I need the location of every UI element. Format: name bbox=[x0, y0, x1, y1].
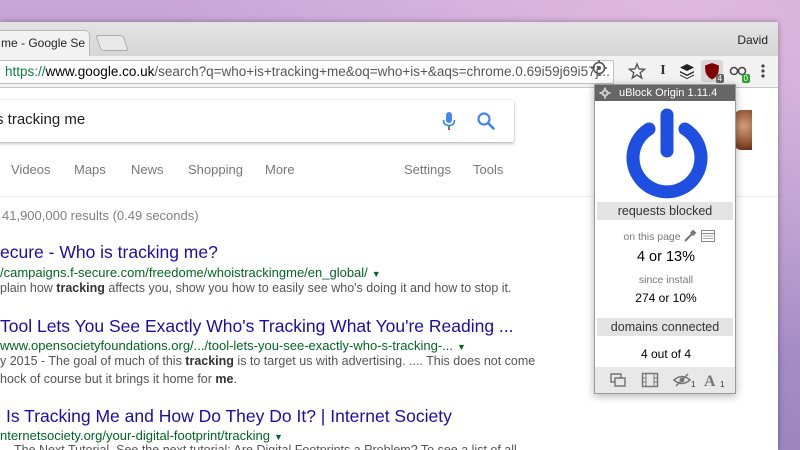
remote-fonts-icon[interactable]: A bbox=[703, 372, 721, 388]
search-box[interactable]: s tracking me bbox=[0, 100, 514, 142]
snippet-bold: tracking bbox=[56, 281, 105, 295]
more-menu-icon[interactable] bbox=[754, 62, 772, 80]
instapaper-extension-icon[interactable]: I bbox=[654, 62, 672, 80]
search-icon[interactable] bbox=[476, 111, 496, 131]
address-bar[interactable]: https://www.google.co.uk/search?q=who+is… bbox=[0, 60, 614, 84]
gear-icon[interactable] bbox=[599, 87, 611, 99]
tab-videos[interactable]: Videos bbox=[11, 162, 51, 177]
result-url-2[interactable]: www.opensocietyfoundations.org/.../tool-… bbox=[0, 338, 466, 353]
result-url-text: /campaigns.f-secure.com/freedome/whoistr… bbox=[0, 265, 368, 280]
new-tab-button[interactable] bbox=[95, 35, 129, 51]
eyedropper-icon[interactable] bbox=[683, 229, 697, 243]
result-title-1[interactable]: ecure - Who is tracking me? bbox=[0, 242, 218, 263]
result-menu-caret[interactable]: ▼ bbox=[372, 269, 381, 279]
tab-google-search[interactable]: me - Google Se bbox=[0, 30, 90, 56]
result-title-3[interactable]: Is Tracking Me and How Do They Do It? | … bbox=[6, 406, 452, 427]
snippet-bold: me bbox=[215, 372, 234, 386]
result-snippet-1: plain how tracking affects you, show you… bbox=[0, 279, 512, 297]
remote-fonts-badge: 1 bbox=[720, 380, 725, 389]
result-stats: 41,900,000 results (0.49 seconds) bbox=[2, 208, 199, 223]
snippet-text: y 2015 - The goal of much of this bbox=[0, 354, 186, 368]
bookmark-star-icon[interactable] bbox=[628, 62, 646, 80]
cookie-extension-button[interactable]: 0 bbox=[729, 62, 750, 83]
result-snippet-2a: y 2015 - The goal of much of this tracki… bbox=[0, 352, 535, 370]
since-install-label: since install bbox=[638, 274, 694, 286]
url-scheme: https:// bbox=[5, 64, 46, 79]
domains-connected-value: 4 out of 4 bbox=[640, 347, 692, 361]
logger-icon[interactable] bbox=[701, 230, 715, 242]
profile-name[interactable]: David bbox=[737, 33, 768, 47]
on-this-page-value: 4 or 13% bbox=[636, 249, 696, 265]
url-path: /search?q=who+is+tracking+me&oq=who+is+&… bbox=[154, 64, 610, 79]
snippet-bold: tracking bbox=[185, 354, 234, 368]
tab-maps[interactable]: Maps bbox=[74, 162, 106, 177]
tab-more[interactable]: More bbox=[265, 162, 295, 177]
ublock-header: uBlock Origin 1.11.4 bbox=[595, 85, 735, 101]
snippet-text: plain how bbox=[0, 281, 57, 295]
result-snippet-2b: hock of course but it brings it home for… bbox=[0, 370, 237, 388]
layers-extension-icon[interactable] bbox=[678, 62, 696, 80]
search-input[interactable]: s tracking me bbox=[0, 111, 85, 128]
svg-text:A: A bbox=[704, 373, 716, 388]
ublock-origin-extension-button[interactable]: 4 bbox=[701, 60, 724, 83]
result-title-2[interactable]: Tool Lets You See Exactly Who's Tracking… bbox=[0, 316, 514, 337]
snippet-text: . bbox=[233, 372, 237, 386]
result-url-text: www.opensocietyfoundations.org/.../tool-… bbox=[0, 338, 454, 353]
power-switch-icon[interactable] bbox=[621, 107, 713, 199]
location-target-icon[interactable] bbox=[590, 59, 608, 77]
tab-news[interactable]: News bbox=[131, 162, 164, 177]
cosmetic-filter-icon[interactable] bbox=[673, 372, 691, 388]
popup-blocker-icon[interactable] bbox=[609, 372, 627, 388]
tab-strip: me - Google Se David bbox=[0, 22, 778, 56]
cosmetic-filter-badge: 1 bbox=[691, 380, 696, 389]
result-snippet-3: The Next Tutorial. See the next tutorial… bbox=[14, 443, 517, 450]
extension-badge-count: 0 bbox=[741, 74, 750, 83]
tab-settings[interactable]: Settings bbox=[404, 162, 451, 177]
domains-connected-label: domains connected bbox=[597, 318, 733, 336]
result-menu-caret[interactable]: ▼ bbox=[457, 342, 466, 352]
ublock-footer: 1 A 1 bbox=[595, 367, 735, 393]
result-url-1[interactable]: /campaigns.f-secure.com/freedome/whoistr… bbox=[0, 265, 381, 280]
media-blocker-icon[interactable] bbox=[641, 372, 659, 388]
ublock-badge-count: 4 bbox=[715, 74, 724, 83]
tab-title: me - Google Se bbox=[1, 36, 86, 50]
since-install-value: 274 or 10% bbox=[635, 291, 697, 305]
requests-blocked-label: requests blocked bbox=[597, 202, 733, 220]
snippet-text: is to target us with advertising. .... T… bbox=[233, 354, 536, 368]
snippet-text: affects you, show you how to easily see … bbox=[104, 281, 512, 295]
tab-tools[interactable]: Tools bbox=[473, 162, 503, 177]
tab-shopping[interactable]: Shopping bbox=[188, 162, 243, 177]
snippet-text: hock of course but it brings it home for bbox=[0, 372, 216, 386]
url-host: www.google.co.uk bbox=[45, 64, 155, 79]
microphone-icon[interactable] bbox=[442, 111, 456, 131]
ublock-popup: uBlock Origin 1.11.4 requests blocked on… bbox=[594, 84, 736, 394]
